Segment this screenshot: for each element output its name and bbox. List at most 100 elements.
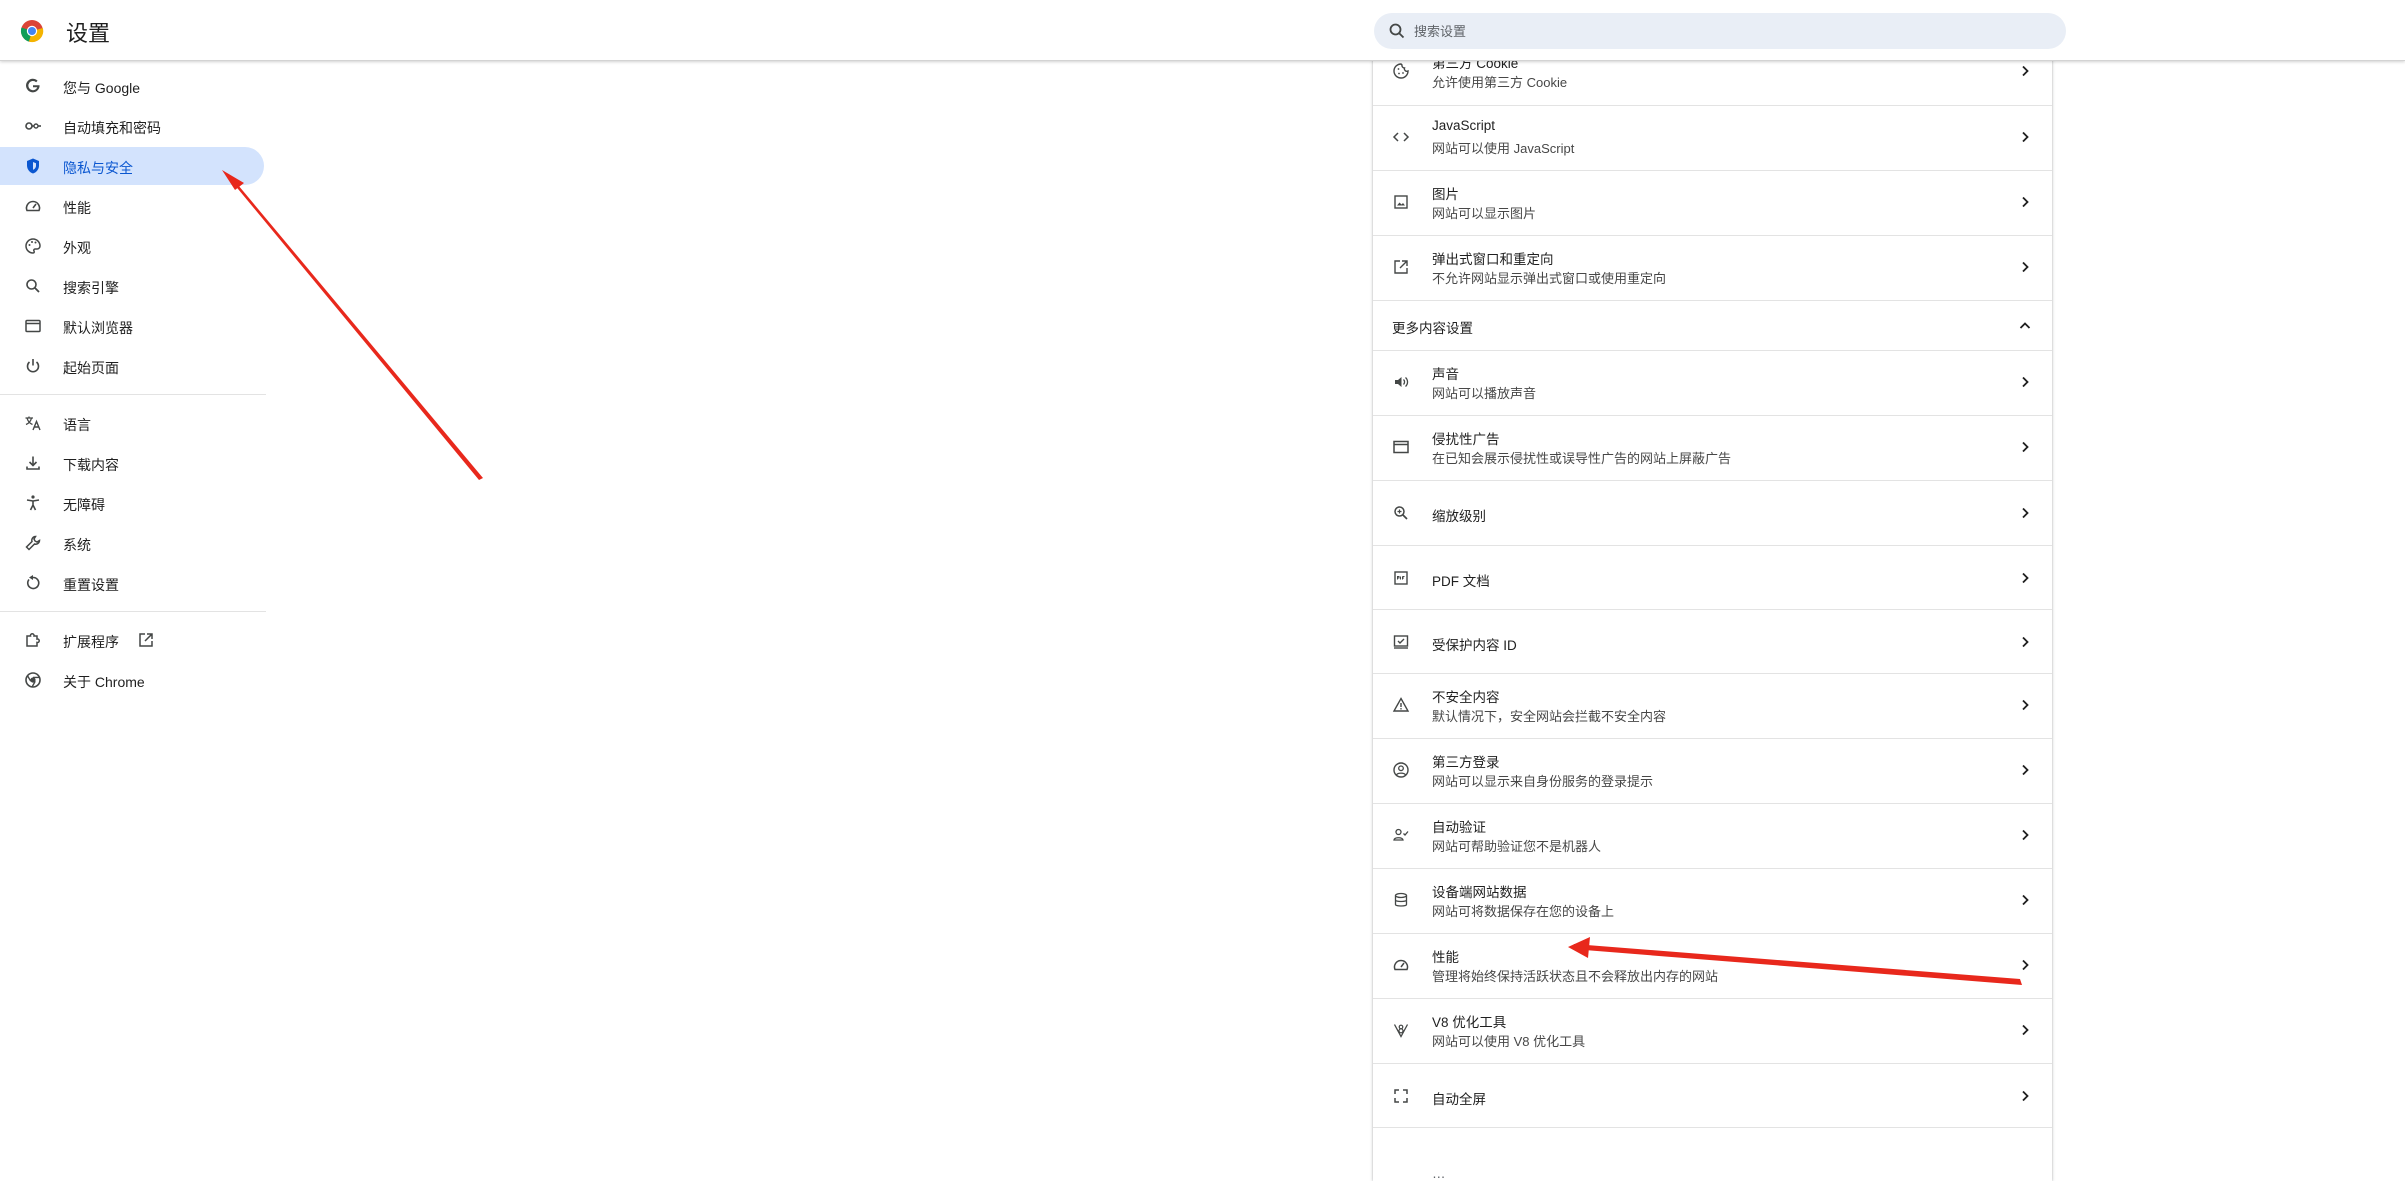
sidebar-item-label: 性能 [63,200,91,216]
row-subtitle: 网站可以使用 JavaScript [1432,141,1575,156]
row-performance[interactable]: 性能 管理将始终保持活跃状态且不会释放出内存的网站 [1373,933,2052,998]
sidebar-item-label: 语言 [63,417,91,433]
row-title: 设备端网站数据 [1432,885,1527,900]
cookie-icon [1392,62,1410,80]
sidebar-item-default-browser[interactable]: 默认浏览器 [0,307,264,345]
chevron-right-icon [2016,373,2034,391]
row-popups-redirects[interactable]: 弹出式窗口和重定向 不允许网站显示弹出式窗口或使用重定向 [1373,235,2052,300]
row-v8-optimizer[interactable]: V8 优化工具 网站可以使用 V8 优化工具 [1373,998,2052,1063]
chrome-icon [24,671,42,689]
browser-window-icon [24,317,42,335]
sidebar-item-search-engine[interactable]: 搜索引擎 [0,267,264,305]
row-javascript[interactable]: JavaScript 网站可以使用 JavaScript [1373,105,2052,170]
image-icon [1392,193,1410,211]
chevron-right-icon [2016,438,2034,456]
row-title: 侵扰性广告 [1432,432,1500,447]
protected-content-icon [1392,633,1410,651]
v8-icon [1392,1021,1410,1039]
row-protected-content-ids[interactable]: 受保护内容 ID [1373,609,2052,673]
code-icon [1392,128,1410,146]
sidebar-item-languages[interactable]: 语言 [0,404,264,442]
row-insecure-content[interactable]: 不安全内容 默认情况下，安全网站会拦截不安全内容 [1373,673,2052,738]
row-title: 自动验证 [1432,820,1486,835]
chevron-right-icon [2016,891,2034,909]
sidebar-item-performance[interactable]: 性能 [0,187,264,225]
row-subtitle: 网站可以播放声音 [1432,386,1537,401]
download-icon [24,454,42,472]
chevron-right-icon [2016,826,2034,844]
row-auto-fullscreen[interactable]: 自动全屏 [1373,1063,2052,1127]
row-subtitle: 网站可帮助验证您不是机器人 [1432,839,1602,854]
database-icon [1392,891,1410,909]
row-images[interactable]: 图片 网站可以显示图片 [1373,170,2052,235]
row-title: 缩放级别 [1432,509,1486,524]
person-check-icon [1392,826,1410,844]
open-in-new-icon [137,631,155,649]
reset-icon [24,574,42,592]
row-title: 第三方登录 [1432,755,1500,770]
row-subtitle: 在已知会展示侵扰性或误导性广告的网站上屏蔽广告 [1432,451,1732,466]
sidebar-item-downloads[interactable]: 下载内容 [0,444,264,482]
search-icon [1388,22,1406,40]
translate-icon [24,414,42,432]
row-title: 自动全屏 [1432,1092,1486,1107]
row-sound[interactable]: 声音 网站可以播放声音 [1373,350,2052,415]
row-subtitle: 允许使用第三方 Cookie [1432,75,1568,90]
sidebar-divider [0,611,266,612]
row-subtitle: 网站可将数据保存在您的设备上 [1432,904,1615,919]
row-auto-verify[interactable]: 自动验证 网站可帮助验证您不是机器人 [1373,803,2052,868]
wrench-icon [24,534,42,552]
row-on-device-site-data[interactable]: 设备端网站数据 网站可将数据保存在您的设备上 [1373,868,2052,933]
sidebar-item-label: 隐私与安全 [63,160,133,176]
speedometer-icon [24,197,42,215]
sidebar-item-label: 下载内容 [63,457,119,473]
row-title: 声音 [1432,367,1459,382]
top-toolbar: 设置 [0,0,2405,61]
sidebar-item-label: 自动填充和密码 [63,120,161,136]
row-subtitle: 网站可以显示图片 [1432,206,1537,221]
sidebar-item-label: 无障碍 [63,497,105,513]
sidebar-item-appearance[interactable]: 外观 [0,227,264,265]
chevron-up-icon [2016,317,2034,335]
chevron-right-icon [2016,258,2034,276]
chevron-right-icon [2016,761,2034,779]
row-title: … [1432,1166,1446,1181]
sidebar-item-accessibility[interactable]: 无障碍 [0,484,264,522]
sidebar-item-extensions[interactable]: 扩展程序 [0,621,264,659]
row-title: V8 优化工具 [1432,1015,1507,1030]
google-g-icon [24,77,42,95]
row-title: JavaScript [1432,118,1496,133]
row-title: PDF 文档 [1432,574,1490,589]
sidebar-item-label: 起始页面 [63,360,119,376]
pdf-icon [1392,569,1410,587]
palette-icon [24,237,42,255]
sidebar-item-label: 重置设置 [63,577,119,593]
row-title: 性能 [1432,950,1459,965]
row-intrusive-ads[interactable]: 侵扰性广告 在已知会展示侵扰性或误导性广告的网站上屏蔽广告 [1373,415,2052,480]
sidebar-item-privacy-security[interactable]: 隐私与安全 [0,147,264,185]
chevron-right-icon [2016,128,2034,146]
row-zoom-levels[interactable]: 缩放级别 [1373,480,2052,545]
sidebar-item-you-and-google[interactable]: 您与 Google [0,67,264,105]
row-third-party-sign-in[interactable]: 第三方登录 网站可以显示来自身份服务的登录提示 [1373,738,2052,803]
chrome-logo-icon [20,19,44,43]
more-content-settings-toggle[interactable]: 更多内容设置 [1373,300,2052,350]
row-pdf-documents[interactable]: PDF 文档 [1373,545,2052,609]
speedometer-icon [1392,956,1410,974]
content-settings-card: 内容 第三方 Cookie 允许使用第三方 Cookie JavaScript … [1373,40,2052,1181]
sidebar-item-label: 关于 Chrome [63,674,145,690]
sidebar-item-system[interactable]: 系统 [0,524,264,562]
sidebar-item-reset-settings[interactable]: 重置设置 [0,564,264,602]
section-title: 更多内容设置 [1392,321,1473,336]
search-input[interactable] [1408,13,2060,49]
row-subtitle: 管理将始终保持活跃状态且不会释放出内存的网站 [1432,969,1719,984]
sidebar-item-autofill[interactable]: 自动填充和密码 [0,107,264,145]
sidebar-item-label: 您与 Google [63,80,141,96]
sidebar-item-on-startup[interactable]: 起始页面 [0,347,264,385]
row-title: 不安全内容 [1432,690,1500,705]
search-box[interactable] [1374,13,2066,49]
chevron-right-icon [2016,62,2034,80]
sidebar-item-about-chrome[interactable]: 关于 Chrome [0,661,264,699]
row-next-partial[interactable]: … [1373,1127,2052,1181]
page-title: 设置 [66,21,111,46]
